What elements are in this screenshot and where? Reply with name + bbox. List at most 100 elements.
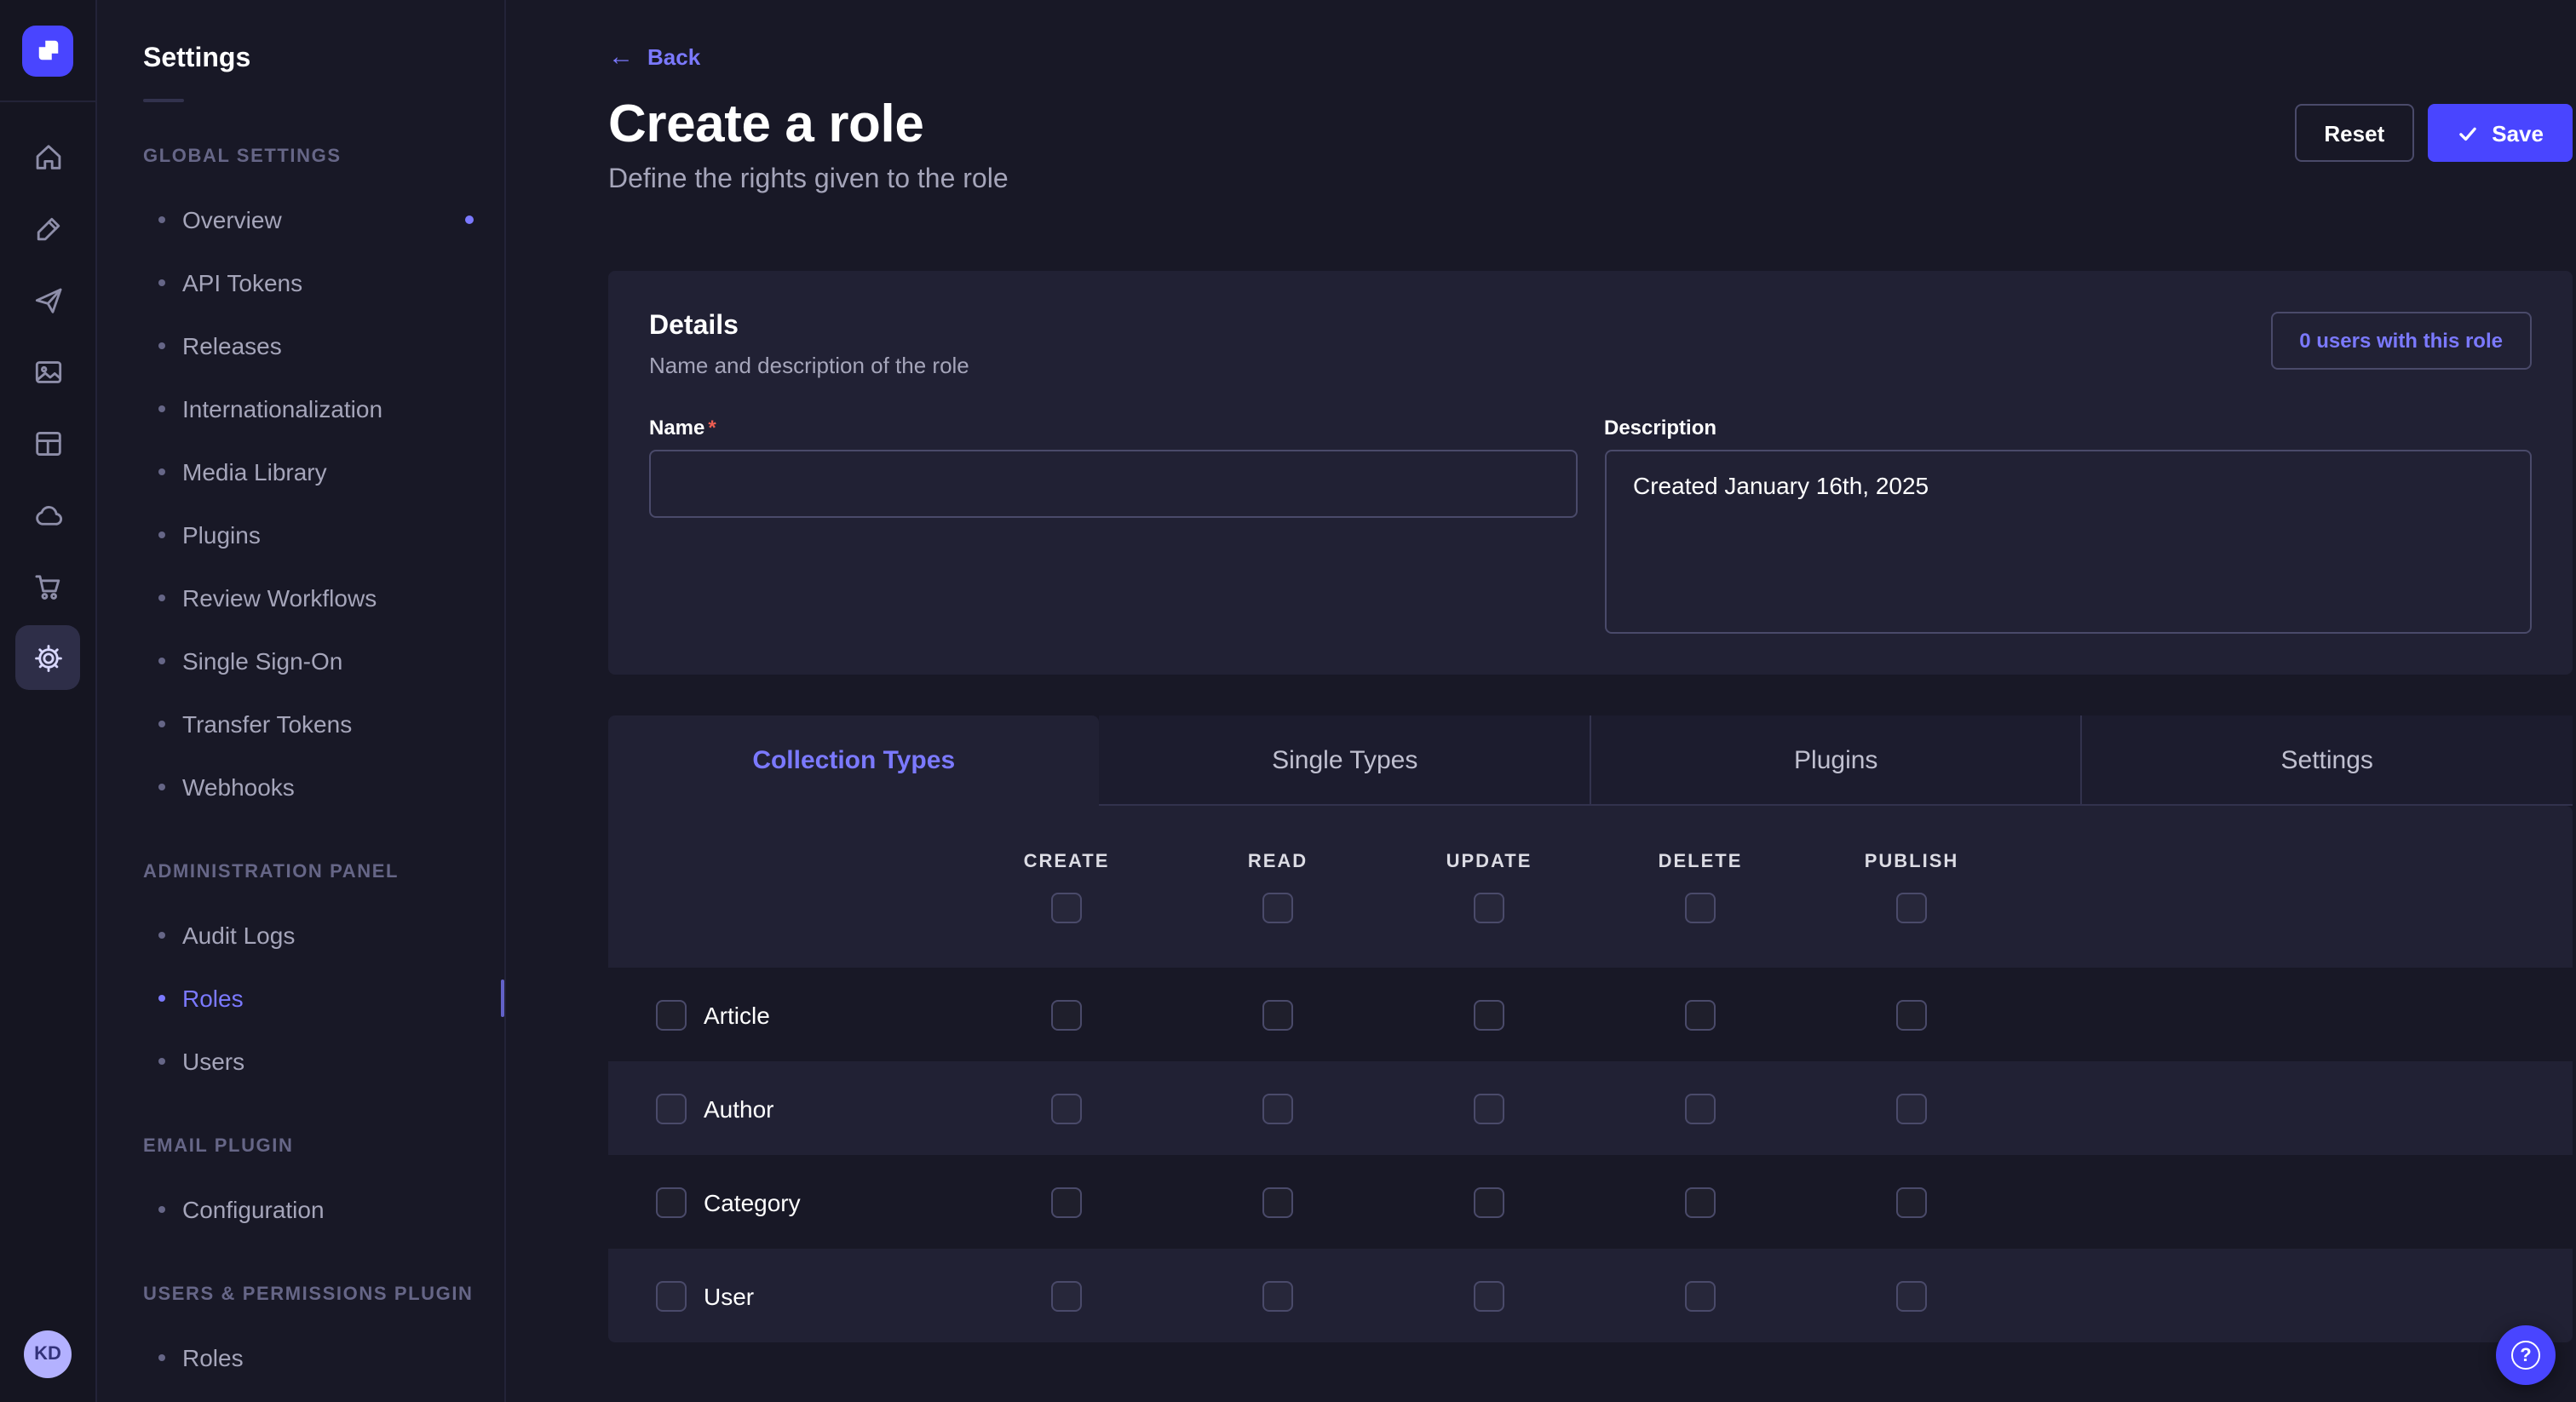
tab-settings[interactable]: Settings [2082, 715, 2573, 806]
checkbox-category-update[interactable] [1474, 1187, 1504, 1217]
permission-cell [1172, 1155, 1383, 1249]
sidebar-item-media-library[interactable]: Media Library [97, 440, 504, 503]
row-label: Category [704, 1188, 801, 1215]
checkbox-article-delete[interactable] [1685, 999, 1716, 1030]
sidebar-item-releases[interactable]: Releases [97, 313, 504, 376]
question-mark-icon: ? [2511, 1341, 2540, 1370]
column-header-publish: PUBLISH [1806, 806, 2017, 968]
sidebar-item-plugins[interactable]: Plugins [97, 503, 504, 566]
checkbox-category-delete[interactable] [1685, 1187, 1716, 1217]
tab-collection-types[interactable]: Collection Types [608, 715, 1100, 806]
checkbox-author-update[interactable] [1474, 1093, 1504, 1123]
bullet-icon [158, 783, 165, 790]
sidebar-item-roles[interactable]: Roles [97, 966, 504, 1029]
sidebar-item-configuration[interactable]: Configuration [97, 1177, 504, 1240]
checkbox-category-create[interactable] [1051, 1187, 1082, 1217]
sidebar-item-webhooks[interactable]: Webhooks [97, 755, 504, 818]
strapi-logo[interactable] [22, 25, 73, 76]
checkbox-author-delete[interactable] [1685, 1093, 1716, 1123]
description-input[interactable]: Created January 16th, 2025 [1604, 450, 2532, 634]
permission-cell [1806, 1249, 2017, 1342]
checkbox-author-read[interactable] [1262, 1093, 1293, 1123]
users-with-role-button[interactable]: 0 users with this role [2270, 312, 2532, 370]
header-actions: Reset Save [2295, 104, 2573, 162]
description-label: Description [1604, 416, 2532, 440]
sidebar-item-review-workflows[interactable]: Review Workflows [97, 566, 504, 629]
sidebar-item-users[interactable]: Users [97, 1029, 504, 1092]
checkbox-user-update[interactable] [1474, 1280, 1504, 1311]
checkbox-article-create[interactable] [1051, 999, 1082, 1030]
details-card: Details Name and description of the role… [608, 271, 2573, 675]
tab-plugins[interactable]: Plugins [1590, 715, 2082, 806]
checkbox-row-author[interactable] [656, 1093, 687, 1123]
media-icon[interactable] [15, 339, 80, 404]
sidebar-item-internationalization[interactable]: Internationalization [97, 376, 504, 440]
bullet-icon [158, 1205, 165, 1212]
app-root: KD Settings GLOBAL SETTINGS Overview API T… [0, 0, 2576, 1402]
page-header: Create a role Define the rights given to… [608, 94, 2573, 196]
column-header-read: READ [1172, 806, 1383, 968]
checkbox-user-read[interactable] [1262, 1280, 1293, 1311]
checkbox-row-category[interactable] [656, 1187, 687, 1217]
checkbox-row-article[interactable] [656, 999, 687, 1030]
checkbox-article-publish[interactable] [1896, 999, 1927, 1030]
checkbox-col-publish[interactable] [1896, 892, 1927, 922]
help-button[interactable]: ? [2496, 1325, 2556, 1385]
checkbox-user-publish[interactable] [1896, 1280, 1927, 1311]
checkbox-user-delete[interactable] [1685, 1280, 1716, 1311]
cloud-icon[interactable] [15, 482, 80, 547]
pen-icon[interactable] [15, 196, 80, 261]
column-header-update: UPDATE [1383, 806, 1595, 968]
bullet-icon [158, 531, 165, 537]
sidebar-title-divider [143, 99, 184, 102]
reset-button[interactable]: Reset [2295, 104, 2413, 162]
checkbox-col-delete[interactable] [1685, 892, 1716, 922]
checkbox-category-publish[interactable] [1896, 1187, 1927, 1217]
header-spacer [608, 806, 961, 968]
tab-single-types[interactable]: Single Types [1100, 715, 1591, 806]
sidebar-item-transfer-tokens[interactable]: Transfer Tokens [97, 692, 504, 755]
column-label: UPDATE [1446, 851, 1532, 871]
checkbox-author-create[interactable] [1051, 1093, 1082, 1123]
sidebar-item-overview[interactable]: Overview [97, 187, 504, 250]
checkbox-row-user[interactable] [656, 1280, 687, 1311]
row-label: Author [704, 1095, 774, 1122]
column-label: DELETE [1659, 851, 1743, 871]
sidebar-item-roles[interactable]: Roles [97, 1325, 504, 1388]
sidebar-item-single-sign-on[interactable]: Single Sign-On [97, 629, 504, 692]
checkbox-user-create[interactable] [1051, 1280, 1082, 1311]
sidebar-item-api-tokens[interactable]: API Tokens [97, 250, 504, 313]
row-label-cell: Author [608, 1061, 961, 1155]
sidebar-item-providers[interactable]: Providers [97, 1388, 504, 1402]
home-icon[interactable] [15, 124, 80, 189]
permissions-tabs: Collection TypesSingle TypesPluginsSetti… [608, 715, 2573, 806]
sidebar-sections: GLOBAL SETTINGS Overview API Tokens Release… [97, 147, 504, 1402]
gear-icon[interactable] [15, 625, 80, 690]
save-button[interactable]: Save [2427, 104, 2573, 162]
layout-icon[interactable] [15, 411, 80, 475]
sidebar-section-label: ADMINISTRATION PANEL [97, 862, 504, 882]
save-label: Save [2492, 120, 2544, 146]
checkbox-category-read[interactable] [1262, 1187, 1293, 1217]
permissions-section: Collection TypesSingle TypesPluginsSetti… [608, 715, 2573, 1342]
checkbox-article-read[interactable] [1262, 999, 1293, 1030]
permission-cell [961, 1249, 1172, 1342]
sidebar-item-label: Overview [182, 205, 282, 233]
page-title: Create a role [608, 94, 1009, 155]
checkbox-article-update[interactable] [1474, 999, 1504, 1030]
checkbox-col-read[interactable] [1262, 892, 1293, 922]
bullet-icon [158, 468, 165, 474]
paper-plane-icon[interactable] [15, 267, 80, 332]
sidebar-section-label: GLOBAL SETTINGS [97, 147, 504, 167]
checkbox-col-update[interactable] [1474, 892, 1504, 922]
checkbox-author-publish[interactable] [1896, 1093, 1927, 1123]
cart-icon[interactable] [15, 554, 80, 618]
checkbox-col-create[interactable] [1051, 892, 1082, 922]
avatar[interactable]: KD [24, 1330, 72, 1378]
back-link[interactable]: ← Back [608, 44, 700, 70]
sidebar-item-label: Media Library [182, 457, 327, 485]
sidebar-item-label: Users [182, 1047, 244, 1074]
sidebar-item-label: Releases [182, 331, 282, 359]
sidebar-item-audit-logs[interactable]: Audit Logs [97, 903, 504, 966]
name-input[interactable] [649, 450, 1577, 518]
